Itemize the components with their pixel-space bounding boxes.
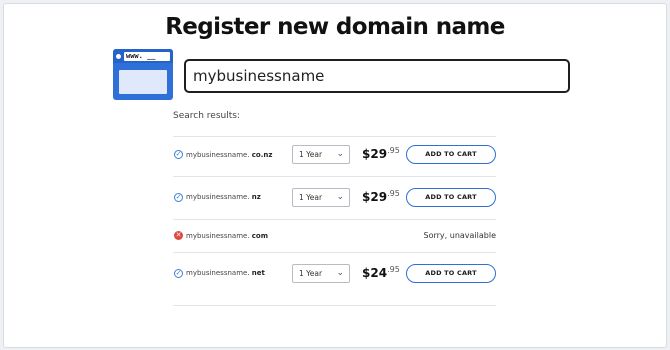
price: $29.95	[362, 189, 400, 204]
term-select[interactable]: 1 Year ⌄	[292, 145, 350, 164]
add-to-cart-button[interactable]: ADD TO CART	[406, 264, 496, 283]
row-divider	[173, 136, 496, 137]
domain-name: mybusinessname. co.nz	[186, 151, 273, 159]
browser-dot	[116, 54, 121, 59]
browser-url-text: www. __	[124, 52, 170, 61]
domain-name: mybusinessname. com	[186, 232, 269, 240]
add-to-cart-button[interactable]: ADD TO CART	[406, 145, 496, 164]
unavailable-status: Sorry, unavailable	[423, 231, 496, 240]
domain-tld: com	[251, 232, 269, 240]
domain-tld: co.nz	[251, 151, 273, 159]
term-select[interactable]: 1 Year ⌄	[292, 188, 350, 207]
chevron-down-icon: ⌄	[336, 192, 344, 202]
page-title: Register new domain name	[165, 14, 505, 40]
available-check-icon: ✓	[174, 193, 183, 202]
domain-name: mybusinessname. nz	[186, 193, 261, 201]
price: $24.95	[362, 265, 400, 280]
domain-search-input[interactable]	[184, 59, 570, 93]
chevron-down-icon: ⌄	[336, 149, 344, 159]
term-select[interactable]: 1 Year ⌄	[292, 264, 350, 283]
add-to-cart-button[interactable]: ADD TO CART	[406, 188, 496, 207]
browser-pane	[119, 70, 167, 94]
search-results-label: Search results:	[173, 111, 240, 121]
domain-tld: nz	[251, 193, 261, 201]
row-divider	[173, 252, 496, 253]
domain-name: mybusinessname. net	[186, 269, 265, 277]
row-divider	[173, 176, 496, 177]
row-divider	[173, 219, 496, 220]
price: $29.95	[362, 146, 400, 161]
row-divider	[173, 305, 496, 306]
available-check-icon: ✓	[174, 269, 183, 278]
available-check-icon: ✓	[174, 150, 183, 159]
browser-window-icon: www. __	[113, 49, 173, 100]
domain-tld: net	[251, 269, 265, 277]
chevron-down-icon: ⌄	[336, 268, 344, 278]
unavailable-x-icon: ✕	[174, 231, 183, 240]
